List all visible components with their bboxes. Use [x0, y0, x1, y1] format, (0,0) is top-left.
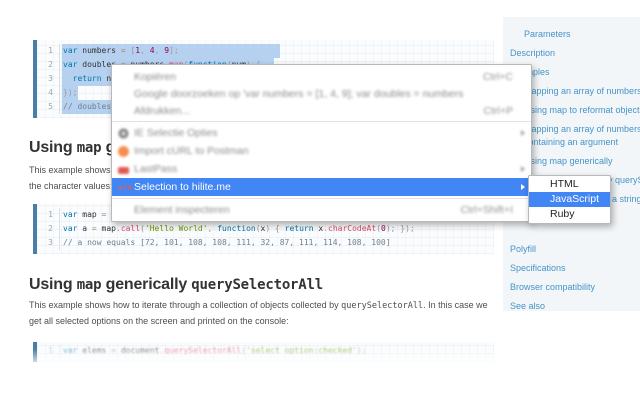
inline-code: querySelectorAll: [341, 301, 424, 311]
menu-item-label: Import cURL to Postman: [134, 145, 249, 157]
code-text: });: [63, 88, 78, 97]
menu-item-afdrukken[interactable]: Afdrukken... Ctrl+P: [112, 102, 531, 119]
sidebar-link-see-also[interactable]: See also: [503, 300, 640, 313]
menu-item-label: Afdrukken...: [134, 104, 191, 117]
code-text: var numbers = [1, 4, 9];: [63, 46, 179, 55]
code-line: 3// a now equals [72, 101, 108, 108, 111…: [37, 236, 494, 250]
menu-item-import-curl-to-postman[interactable]: Import cURL to Postman: [112, 142, 531, 160]
menu-item-kopi-ren[interactable]: Kopiëren Ctrl+C: [112, 68, 531, 85]
submenu-item-ruby[interactable]: Ruby: [529, 207, 610, 222]
menu-item-ie-selectie-opties[interactable]: IE Selectie Opties: [112, 124, 531, 142]
menu-item-google-doorzoeken-op-var-numbers-1-4-9-var-doubles-numbers[interactable]: Google doorzoeken op 'var numbers = [1, …: [112, 85, 531, 102]
menu-separator: [112, 121, 531, 122]
sidebar-link-polyfill[interactable]: Polyfill: [503, 243, 640, 256]
inline-code: map: [76, 140, 102, 156]
menu-shortcut: Ctrl+C: [482, 70, 513, 83]
sidebar-link-specifications[interactable]: Specifications: [503, 262, 640, 275]
line-number: 5: [37, 100, 60, 114]
menu-item-label: Selection to hilite.me: [134, 181, 231, 193]
line-number: 2: [37, 222, 60, 236]
inline-code: querySelectorAll: [191, 277, 323, 293]
lastpass-icon: [118, 166, 129, 174]
submenu-arrow-icon: [521, 166, 525, 172]
menu-shortcut: Ctrl+Shift+I: [460, 203, 513, 216]
code-text: // a now equals [72, 101, 108, 108, 111,…: [63, 238, 391, 247]
no-icon: [118, 204, 129, 215]
menu-item-label: Google doorzoeken op 'var numbers = [1, …: [134, 87, 464, 100]
menu-item-label: Kopiëren: [134, 70, 177, 83]
no-icon: [118, 71, 129, 82]
menu-item-element-inspecteren[interactable]: Element inspecteren Ctrl+Shift+I: [112, 201, 531, 218]
line-number: 3: [37, 236, 60, 250]
menu-item-label: Element inspecteren: [134, 203, 230, 216]
section-paragraph: This example shows how to iterate throug…: [29, 300, 488, 326]
code-text: var elems = document.querySelectorAll('s…: [63, 346, 367, 355]
section-heading-queryselectorall: Using map generically querySelectorAll: [29, 276, 323, 293]
code-block-queryselectorall[interactable]: 1 var elems = document.querySelectorAll('…: [33, 342, 494, 362]
line-number: 3: [37, 72, 60, 86]
line-number: 4: [37, 86, 60, 100]
code-text: var a = map.call('Hello World', function…: [63, 224, 415, 233]
submenu-arrow-icon: [521, 130, 525, 136]
code-line: 1 var elems = document.querySelectorAll('…: [37, 344, 494, 358]
postman-icon: [118, 145, 129, 157]
mdn-article-page: 1var numbers = [1, 4, 9];2var doubles = …: [0, 0, 640, 400]
menu-item-lastpass[interactable]: LastPass: [112, 160, 531, 178]
hiliteme-submenu: HTML JavaScript Ruby: [528, 175, 611, 224]
sidebar-link-browser-compatibility[interactable]: Browser compatibility: [503, 281, 640, 294]
context-menu: Kopiëren Ctrl+C Google doorzoeken op 'var …: [111, 64, 532, 222]
menu-item-label: IE Selectie Opties: [134, 127, 218, 139]
gear-icon: [118, 127, 129, 139]
inline-code: map: [76, 277, 102, 293]
no-icon: [118, 88, 129, 99]
menu-item-selection-to-hilite-me[interactable]: </> Selection to hilite.me: [112, 178, 531, 196]
line-number: 1: [37, 344, 60, 358]
sidebar-link-description[interactable]: Description: [503, 47, 640, 60]
no-icon: [118, 105, 129, 116]
code-icon: </>: [118, 182, 133, 192]
submenu-item-html[interactable]: HTML: [529, 177, 610, 192]
menu-separator: [112, 198, 531, 199]
line-number: 1: [37, 208, 60, 222]
code-line: 1 var numbers = [1, 4, 9];: [37, 44, 494, 58]
code-line: 2 var a = map.call('Hello World', functio…: [37, 222, 494, 236]
line-number: 2: [37, 58, 60, 72]
sidebar-link-parameters[interactable]: Parameters: [503, 28, 640, 41]
submenu-arrow-icon: [521, 184, 525, 190]
line-number: 1: [37, 44, 60, 58]
submenu-item-javascript[interactable]: JavaScript: [529, 192, 610, 207]
menu-shortcut: Ctrl+P: [483, 104, 513, 117]
menu-item-label: LastPass: [134, 163, 178, 175]
